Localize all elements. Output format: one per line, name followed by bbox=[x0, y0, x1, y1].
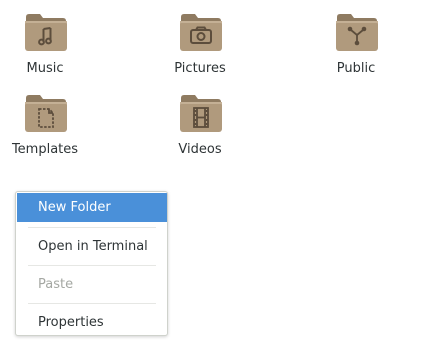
folder-music[interactable]: Music bbox=[0, 11, 95, 83]
folder-pictures[interactable]: Pictures bbox=[150, 11, 250, 83]
file-manager-view: Music Pictures Public Templates Videos N… bbox=[0, 0, 426, 355]
folder-videos-icon bbox=[178, 92, 224, 134]
folder-public[interactable]: Public bbox=[306, 11, 406, 83]
folder-label: Music bbox=[26, 61, 64, 76]
menu-item-open-in-terminal[interactable]: Open in Terminal bbox=[17, 232, 167, 261]
folder-label: Pictures bbox=[174, 61, 226, 76]
menu-separator bbox=[28, 227, 156, 228]
context-menu: New Folder Open in Terminal Paste Proper… bbox=[15, 191, 168, 336]
folder-public-share-icon bbox=[334, 11, 380, 53]
folder-music-icon bbox=[23, 11, 69, 53]
folder-pictures-icon bbox=[178, 11, 224, 53]
folder-label: Videos bbox=[178, 142, 222, 157]
menu-item-new-folder[interactable]: New Folder bbox=[17, 193, 167, 222]
menu-separator bbox=[28, 265, 156, 266]
folder-templates[interactable]: Templates bbox=[0, 92, 95, 164]
menu-separator bbox=[28, 303, 156, 304]
folder-templates-icon bbox=[23, 92, 69, 134]
menu-item-paste[interactable]: Paste bbox=[17, 270, 167, 299]
menu-item-properties[interactable]: Properties bbox=[17, 308, 167, 335]
folder-label: Templates bbox=[11, 142, 79, 157]
folder-label: Public bbox=[336, 61, 376, 76]
folder-videos[interactable]: Videos bbox=[150, 92, 250, 164]
